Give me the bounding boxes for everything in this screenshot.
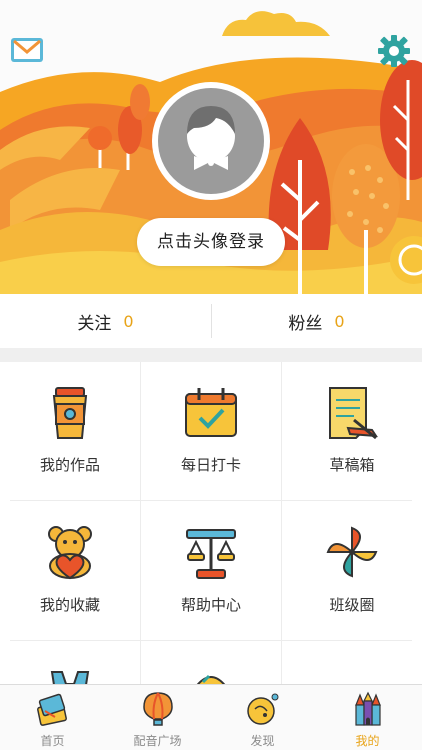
castle-icon (350, 691, 386, 727)
grid-item-label: 每日打卡 (180, 456, 241, 474)
stats-divider (211, 304, 212, 338)
grid-item-label: 帮助中心 (180, 596, 241, 614)
grid-item-label: 班级圈 (329, 596, 375, 614)
grid-item-label: 草稿箱 (329, 456, 375, 474)
tab-label: 我的 (355, 734, 380, 748)
balance-scale-icon (183, 524, 239, 580)
partial-icon (183, 668, 239, 684)
tab-mine[interactable]: 我的 (315, 685, 420, 750)
profile-header-banner: 点击头像登录 (0, 0, 422, 294)
discover-planet-icon (245, 691, 281, 727)
stats-row: 关注 0 粉丝 0 (0, 294, 422, 348)
cup-icon (42, 384, 98, 440)
draft-note-icon (324, 384, 380, 440)
section-separator (0, 348, 422, 362)
calendar-check-icon (183, 384, 239, 440)
login-button[interactable]: 点击头像登录 (137, 218, 285, 266)
tab-label: 发现 (250, 734, 275, 748)
grid-item-daily-checkin[interactable]: 每日打卡 (141, 362, 281, 502)
tab-dubbing-square[interactable]: 配音广场 (105, 685, 210, 750)
grid-item-label: 我的作品 (39, 456, 100, 474)
grid-item-class-circle[interactable]: 班级圈 (282, 502, 422, 642)
grid-item-label: 我的收藏 (39, 596, 100, 614)
tab-label: 首页 (40, 734, 65, 748)
tab-home[interactable]: 首页 (0, 685, 105, 750)
partial-icon (42, 668, 98, 684)
mail-icon[interactable] (10, 36, 44, 64)
teddy-bear-heart-icon (42, 524, 98, 580)
home-books-icon (35, 691, 71, 727)
grid-item-partial[interactable] (141, 642, 281, 684)
avatar[interactable] (152, 82, 270, 200)
grid-item-my-works[interactable]: 我的作品 (0, 362, 140, 502)
feature-grid: 我的作品 每日打卡 草稿箱 我的收藏 帮助中心 班级圈 (0, 362, 422, 684)
grid-item-help-center[interactable]: 帮助中心 (141, 502, 281, 642)
settings-gear-icon[interactable] (377, 34, 411, 68)
grid-item-partial[interactable] (0, 642, 140, 684)
grid-item-my-favorites[interactable]: 我的收藏 (0, 502, 140, 642)
following-count: 0 (123, 311, 134, 331)
followers-stat[interactable]: 粉丝 0 (211, 294, 422, 348)
following-label: 关注 (77, 313, 112, 334)
hot-air-balloon-icon (140, 691, 176, 727)
following-stat[interactable]: 关注 0 (0, 294, 211, 348)
grid-item-drafts[interactable]: 草稿箱 (282, 362, 422, 502)
followers-count: 0 (334, 311, 345, 331)
tab-discover[interactable]: 发现 (210, 685, 315, 750)
pinwheel-icon (324, 524, 380, 580)
tab-label: 配音广场 (133, 734, 182, 748)
followers-label: 粉丝 (288, 313, 323, 334)
bottom-tab-bar: 首页 配音广场 发现 我的 (0, 684, 422, 750)
default-avatar-icon (158, 88, 264, 194)
